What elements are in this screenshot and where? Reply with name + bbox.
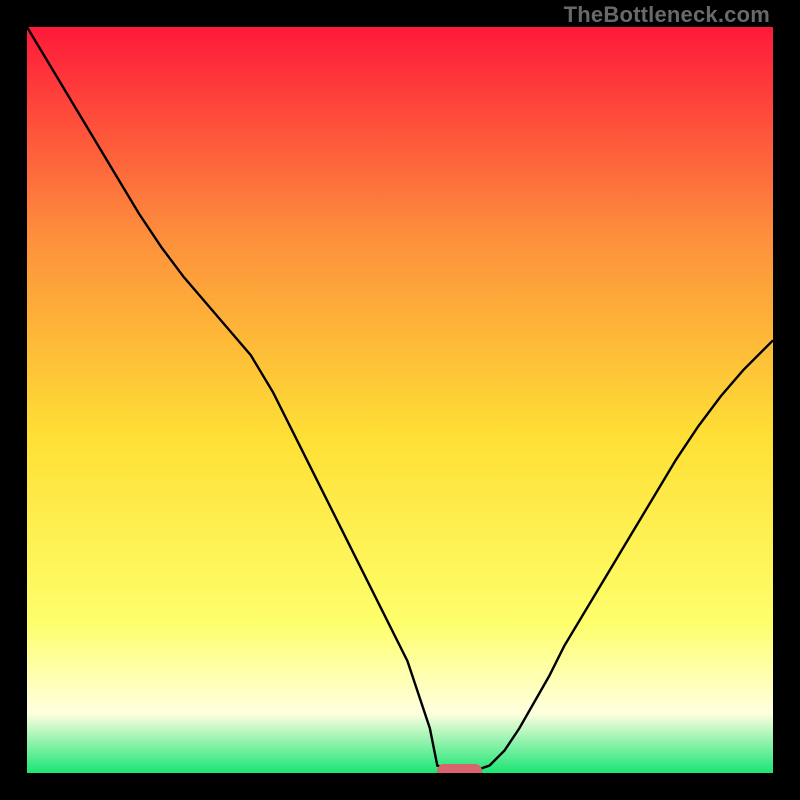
gradient-background	[27, 27, 773, 773]
plot-area	[27, 27, 773, 773]
optimal-marker	[437, 764, 482, 773]
chart-frame: TheBottleneck.com	[0, 0, 800, 800]
bottleneck-chart	[27, 27, 773, 773]
watermark-text: TheBottleneck.com	[564, 2, 770, 28]
